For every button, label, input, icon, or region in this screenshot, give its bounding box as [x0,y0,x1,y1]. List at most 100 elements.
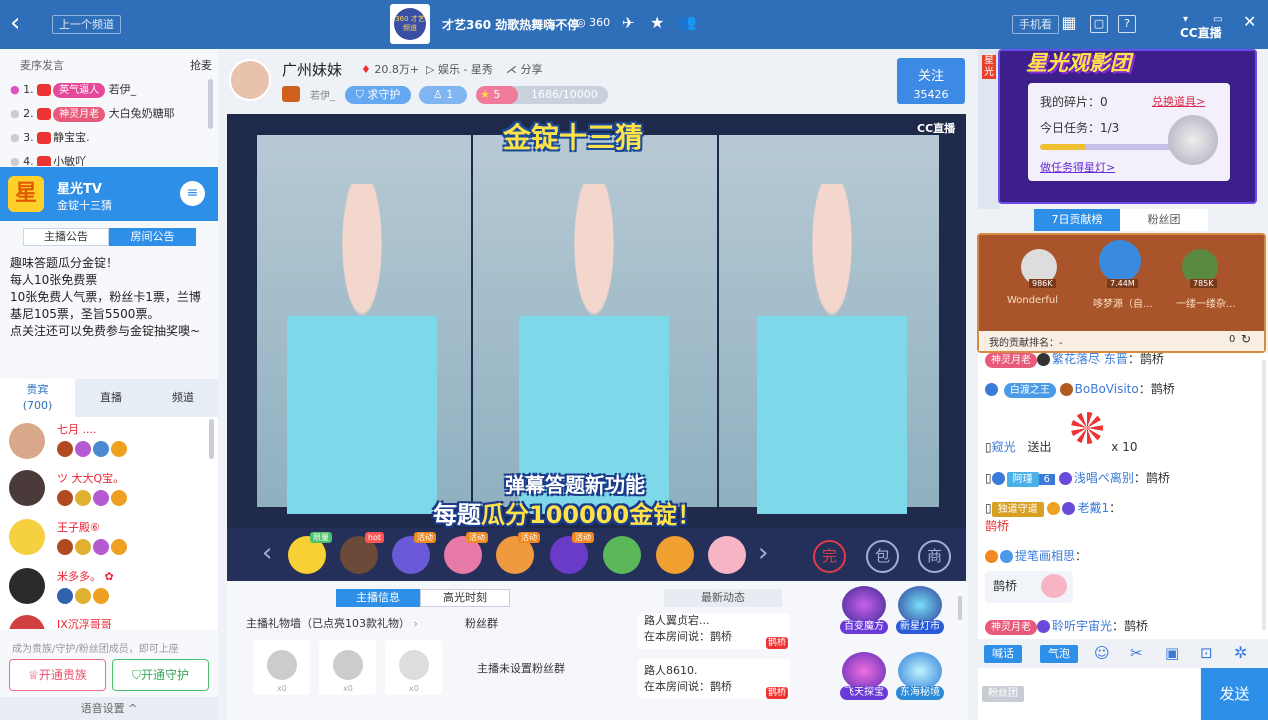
back-icon[interactable]: ‹ [10,8,20,38]
prev-channel-button[interactable]: 上一个频道 [52,15,121,34]
dynamic-tag: 鹊桥 [766,687,789,699]
audience-name[interactable]: 米多多。 ✿ [57,568,114,584]
tab-shout[interactable]: 喊话 [984,645,1022,663]
gift-item[interactable] [708,536,746,574]
notice-tab-anchor[interactable]: 主播公告 [23,228,109,246]
voice-settings[interactable]: 语音设置 ^ [0,697,218,720]
gift-pack-icon[interactable]: 完 [813,540,846,573]
tab-channel[interactable]: 频道 [147,387,219,409]
refresh-icon[interactable]: ↻ [1241,332,1251,346]
tab-fans[interactable]: 粉丝团 [1120,209,1208,231]
wall-gift[interactable]: x0 [253,640,310,695]
gift-next-icon[interactable]: › [758,538,768,568]
audience-name[interactable]: 七月 .... [57,421,96,437]
gift-item[interactable]: hot [340,532,384,574]
star-icon[interactable]: ★ [650,13,664,32]
follow-label: 关注 [917,69,944,84]
wall-gift[interactable]: x0 [319,640,376,695]
settings-icon[interactable]: ✲ [1234,643,1247,662]
emoji-icon[interactable]: ☺ [1094,644,1110,662]
side-strip-label[interactable]: 星光 [982,55,996,79]
mic-icon: ◎ [576,16,586,29]
tab-streamer-info[interactable]: 主播信息 [336,589,420,607]
scissors-icon[interactable]: ✂ [1130,644,1143,662]
lock-icon[interactable]: ⊡ [1200,644,1213,662]
audience-name[interactable]: IX沉浮哥哥 [57,616,112,629]
room-menu-icon[interactable]: ≡ [180,181,205,206]
seek-guard-button[interactable]: ⛉ 求守护 [345,86,411,104]
streamer-avatar[interactable] [229,59,271,101]
share-button[interactable]: ⋌ 分享 [506,61,543,77]
play-item[interactable]: 百变魔方 [840,586,888,634]
gift-item[interactable]: 活动 [444,532,488,574]
send-button[interactable]: 发送 [1201,668,1268,720]
grid-icon[interactable]: ▦ [1060,15,1078,33]
notice-tab-room[interactable]: 房间公告 [109,228,196,246]
gift-item[interactable] [603,536,641,574]
close-icon[interactable]: ✕ [1243,12,1256,31]
gift-item[interactable]: 活动 [496,532,540,574]
tab-highlights[interactable]: 高光时刻 [420,589,510,607]
audience-name[interactable]: ツ 大大Q宝。 [57,470,124,486]
dynamic-card[interactable]: 路人8610. 在本房间说：鹊桥 鹊桥 [638,659,790,699]
gift-prev-icon[interactable]: ‹ [262,538,272,568]
gift-item[interactable]: 活动 [392,532,436,574]
video-player[interactable]: 金锭十三猜 CC直播 弹幕答题新功能 每题瓜分100000金锭！ [227,114,966,528]
avatar[interactable] [9,519,45,555]
follow-button[interactable]: 关注 35426 [897,58,965,104]
mic-queue-item[interactable]: ● 1. 英气逼人 若伊_ [10,80,210,104]
gift-wall-title[interactable]: 主播礼物墙（已点亮103款礼物） › [246,615,418,631]
avatar[interactable] [9,568,45,604]
avatar[interactable] [9,615,45,629]
do-task-link[interactable]: 做任务得星灯> [1040,159,1115,175]
play-item[interactable]: 新星灯市 [896,586,944,634]
mic-queue-item[interactable]: ● 2. 神灵月老 大白兔奶糖耶 [10,104,210,128]
dynamic-card[interactable]: 路人翼贞宕... 在本房间说：鹊桥 鹊桥 [638,613,790,649]
gift-item[interactable]: 限量 [288,532,332,574]
shop-icon[interactable]: 商 [918,540,951,573]
play-item[interactable]: 飞天探宝 [840,652,888,700]
avatar[interactable] [9,470,45,506]
audience-scrollbar[interactable] [209,419,214,459]
mic-queue-item[interactable]: ● 3. 静宝宝. [10,128,210,152]
chat-user[interactable]: 老戴1 [1077,501,1109,515]
category[interactable]: ▷ 娱乐 - 星秀 [426,61,493,77]
tab-latest[interactable]: 最新动态 [664,589,782,607]
chat-user[interactable]: 聆听宇宙光 [1052,619,1112,633]
queue-scrollbar[interactable] [208,79,213,129]
grab-mic-button[interactable]: 抢麦 [190,57,212,73]
rank-avatar[interactable] [1099,240,1141,282]
play-scrollbar[interactable] [958,596,962,620]
chat-user[interactable]: 窥光 [992,440,1016,454]
image-icon[interactable]: ▣ [1165,644,1179,662]
wall-gift[interactable]: x0 [385,640,442,695]
audience-name[interactable]: 王子殿⑥ [57,519,100,535]
play-item[interactable]: 东海秘境 [896,652,944,700]
backpack-icon[interactable]: 包 [866,540,899,573]
chat-user[interactable]: BoBoVisito [1075,382,1139,396]
gift-item[interactable] [656,536,694,574]
help-icon[interactable]: ? [1118,15,1136,33]
chat-user[interactable]: 浅唱ぺ离别 [1074,471,1134,485]
tab-7day[interactable]: 7日贡献榜 [1034,209,1120,231]
chat-scrollbar[interactable] [1262,360,1266,630]
open-noble-button[interactable]: ♕开通贵族 [9,659,106,691]
mobile-watch-button[interactable]: 手机看 [1012,15,1059,34]
maximize-icon[interactable]: ▭ [1213,14,1222,25]
users-icon[interactable]: 👥 [678,13,697,31]
minimize-icon[interactable]: ▾ [1183,14,1188,25]
bell-icon[interactable]: ▢ [1090,15,1108,33]
chat-user[interactable]: 繁花落尽 东晋 [1052,352,1128,366]
tab-bubble[interactable]: 气泡 [1040,645,1078,663]
fans-group-button[interactable]: 粉丝团 [982,686,1024,702]
tab-live[interactable]: 直播 [75,387,147,409]
open-guard-button[interactable]: ⛉开通守护 [112,659,209,691]
avatar[interactable] [9,423,45,459]
chat-text: ：鹊桥 [1138,382,1175,396]
chat-user[interactable]: 提笔画相思 [1015,549,1075,563]
tab-vip[interactable]: 贵宾 (700) [0,379,75,417]
plane-icon[interactable]: ✈ [622,14,635,32]
exchange-link[interactable]: 兑换道具> [1152,93,1205,109]
mic-queue-item[interactable]: ● 4. 小敏吖 [10,152,210,166]
gift-item[interactable]: 活动 [550,532,594,574]
